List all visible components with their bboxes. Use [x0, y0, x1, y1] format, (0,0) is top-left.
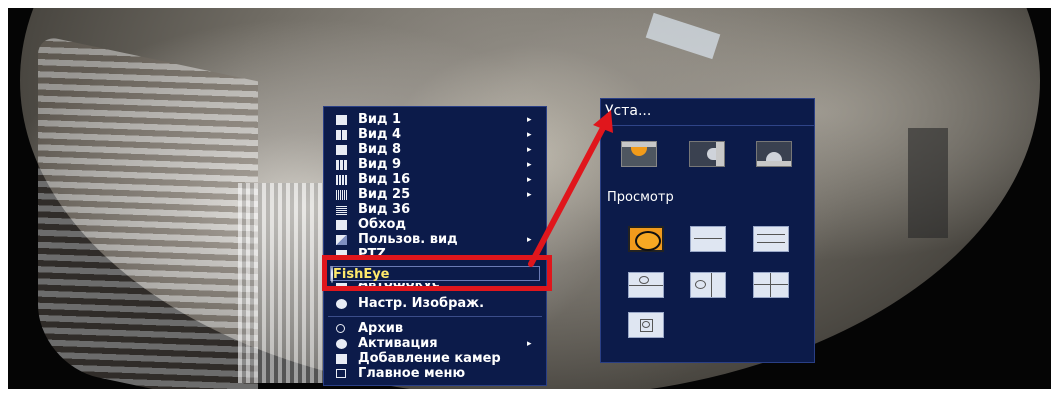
- arrow-shaft: [528, 125, 606, 267]
- annotation-arrow: [528, 110, 613, 267]
- screen: Вид 1 ▸ Вид 4 ▸ Вид 8 ▸ Вид 9 ▸ Вид 16 ▸…: [0, 0, 1059, 394]
